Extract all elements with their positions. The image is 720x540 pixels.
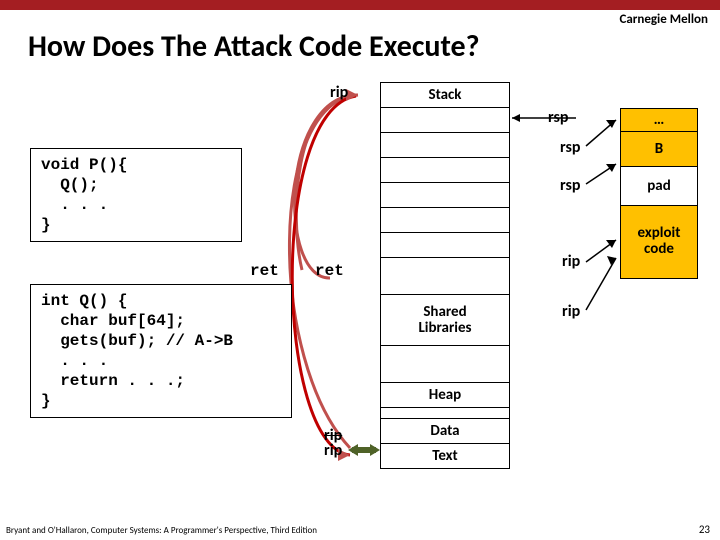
rip-label-right-2: rip xyxy=(562,302,580,321)
pointer-arrows xyxy=(0,0,720,540)
rsp-label-2: rsp xyxy=(560,138,580,157)
rsp-label-3: rsp xyxy=(560,176,580,195)
footer-citation: Bryant and O'Hallaron, Computer Systems:… xyxy=(6,525,317,536)
page-number: 23 xyxy=(699,523,710,536)
rip-label-right-1: rip xyxy=(562,252,580,271)
rsp-label-1: rsp xyxy=(548,108,568,127)
